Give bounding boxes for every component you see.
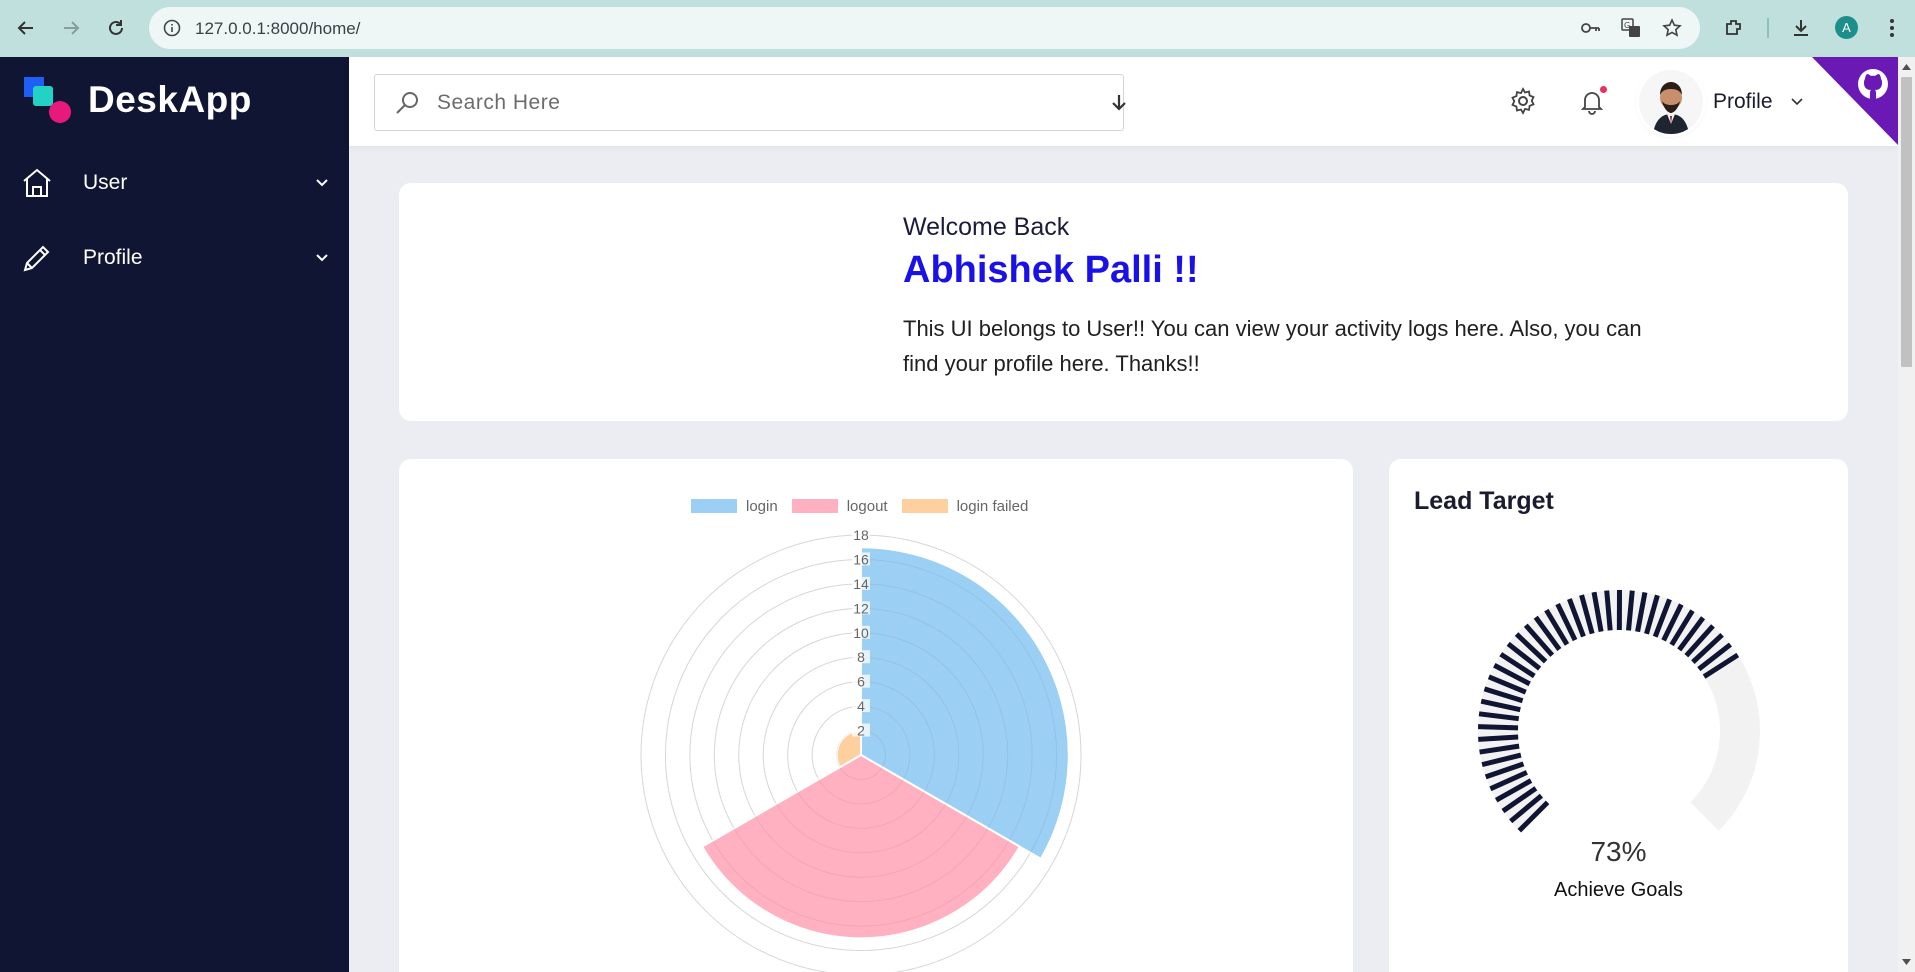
forward-button[interactable] [57,14,85,42]
github-corner-link[interactable] [1812,57,1898,145]
browser-toolbar: 127.0.0.1:8000/home/ G A [0,0,1915,57]
sidebar-item-profile[interactable]: Profile [0,228,349,288]
extensions-icon[interactable] [1720,14,1748,42]
brand[interactable]: DeskApp [22,75,252,125]
arrow-down-icon[interactable] [1108,92,1130,114]
activity-chart-card: login logout login failed 2 4 6 8 10 12 14 16 18 [399,459,1353,972]
chevron-down-icon[interactable] [1789,94,1805,110]
user-name-heading: Abhishek Palli !! [903,249,1199,291]
welcome-greeting: Welcome Back [903,213,1070,241]
deskapp-logo-icon [22,75,72,125]
back-arrow-icon [17,21,33,35]
polar-tick-label: 18 [853,527,869,543]
gauge-track [1478,590,1760,831]
sidebar-item-label: User [83,171,128,194]
page-scrollbar[interactable] [1898,57,1915,972]
polar-tick-label: 16 [853,551,869,567]
gauge-percent: 73% [1590,836,1647,867]
sidebar: DeskApp User Profile [0,57,349,972]
settings-gear-icon[interactable] [1506,84,1540,118]
notification-dot [1600,86,1607,93]
scrollbar-thumb[interactable] [1901,77,1912,367]
chevron-down-icon [313,174,331,192]
scroll-up-arrow-icon[interactable] [1901,61,1912,72]
sidebar-item-user[interactable]: User [0,153,349,213]
pencil-icon [20,241,54,275]
notification-bell-icon[interactable] [1575,84,1609,118]
polar-tick-label: 8 [857,649,865,665]
welcome-card: Welcome Back Abhishek Palli !! This UI b… [399,183,1848,421]
home-icon [20,166,54,200]
scroll-down-arrow-icon[interactable] [1901,956,1912,967]
url-text: 127.0.0.1:8000/home/ [195,19,361,38]
brand-name: DeskApp [88,79,252,120]
reload-icon [109,20,123,35]
password-key-icon[interactable] [1579,17,1601,39]
github-icon [1858,69,1888,99]
gauge-tick [1477,724,1519,731]
polar-tick-label: 4 [857,698,865,714]
profile-dropdown-label[interactable]: Profile [1713,90,1773,114]
polar-tick-label: 10 [853,625,869,641]
bookmark-star-icon[interactable] [1661,17,1683,39]
search-box[interactable] [374,74,1126,131]
site-info-icon[interactable] [161,17,183,39]
search-icon [396,92,418,114]
gauge-tick [1478,734,1519,742]
welcome-message: This UI belongs to User!! You can view y… [903,316,1642,376]
top-header: Profile [349,57,1898,146]
lead-target-card: Lead Target 73% Achieve Goals [1389,459,1848,972]
browser-menu-icon[interactable] [1878,14,1906,42]
gauge-tick [1604,590,1613,631]
forward-arrow-icon [64,21,80,35]
polar-area-chart: 2 4 6 8 10 12 14 16 18 [640,527,1082,972]
toolbar-divider [1767,18,1769,38]
avatar[interactable] [1639,70,1703,134]
downloads-icon[interactable] [1787,14,1815,42]
search-input[interactable] [437,85,1057,121]
reload-button[interactable] [102,14,130,42]
chevron-down-icon [313,249,331,267]
polar-tick-label: 6 [857,674,865,690]
svg-text:G: G [1624,21,1630,30]
browser-profile-avatar[interactable]: A [1835,16,1858,39]
polar-tick-label: 12 [853,600,869,616]
address-bar[interactable]: 127.0.0.1:8000/home/ G [149,7,1700,49]
translate-icon[interactable]: G [1620,17,1642,39]
gauge-caption: Achieve Goals [1554,879,1683,901]
sidebar-item-label: Profile [83,246,143,269]
polar-tick-label: 14 [853,576,869,592]
polar-tick-label: 2 [857,723,865,739]
back-button[interactable] [12,14,40,42]
